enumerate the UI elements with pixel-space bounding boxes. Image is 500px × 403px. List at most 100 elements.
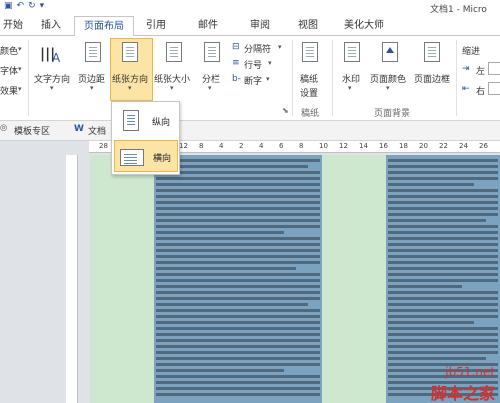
- tab-references[interactable]: 引用: [140, 16, 172, 36]
- text-line: [156, 339, 320, 342]
- text-line: [156, 327, 320, 330]
- text-line: [156, 159, 320, 162]
- text-line: [388, 225, 498, 228]
- line-numbers-button[interactable]: 行号: [244, 58, 262, 71]
- text-line: [156, 189, 320, 192]
- breaks-button[interactable]: 分隔符: [244, 42, 271, 55]
- ruler-number: 28: [99, 142, 108, 150]
- indent-right-input[interactable]: [488, 82, 500, 95]
- columns-icon: [204, 42, 220, 62]
- orientation-option-landscape[interactable]: 横向: [114, 140, 178, 172]
- tab-review[interactable]: 审阅: [244, 16, 276, 36]
- text-line: [156, 267, 296, 270]
- ruler-number: 8: [199, 142, 204, 150]
- ruler-number: 24: [459, 142, 468, 150]
- chevron-down-icon: ▾: [90, 84, 94, 92]
- customize-qat-icon[interactable]: ▾: [40, 1, 45, 11]
- indent-right-icon: ⇤: [462, 84, 470, 94]
- tab-home[interactable]: 开始: [0, 16, 26, 36]
- text-line: [156, 207, 320, 210]
- tab-mailings[interactable]: 邮件: [192, 16, 224, 36]
- text-line: [388, 249, 498, 252]
- chevron-down-icon: ▾: [386, 84, 390, 92]
- text-line: [156, 219, 320, 222]
- tab-insert[interactable]: 插入: [33, 16, 69, 36]
- text-line: [388, 273, 498, 276]
- text-line: [388, 171, 498, 174]
- page-border-button[interactable]: 页面边框: [414, 72, 450, 85]
- text-line: [388, 285, 462, 288]
- text-direction-icon: ||| A: [40, 42, 62, 65]
- orientation-dropdown: 纵向 横向: [111, 101, 180, 175]
- chevron-down-icon: ▾: [268, 59, 272, 67]
- undo-icon[interactable]: ↶: [17, 1, 25, 11]
- text-line: [388, 207, 498, 210]
- text-line: [156, 183, 320, 186]
- ruler-number: 14: [359, 142, 368, 150]
- orientation-icon: [122, 42, 138, 62]
- text-line: [388, 291, 498, 294]
- page-color-icon: [382, 42, 398, 62]
- text-line: [388, 159, 498, 162]
- redo-icon[interactable]: ↻: [28, 1, 36, 11]
- ruler-number: 20: [419, 142, 428, 150]
- text-line: [388, 219, 486, 222]
- theme-colors-button[interactable]: 颜色: [0, 44, 18, 57]
- ruler-number: 12: [339, 142, 348, 150]
- watermark-site: jb51.net: [445, 365, 495, 379]
- text-line: [156, 249, 320, 252]
- text-line: [388, 255, 498, 258]
- pin-icon: ⦾: [0, 124, 8, 134]
- vertical-ruler[interactable]: [66, 155, 78, 403]
- chevron-down-icon: ▾: [50, 84, 54, 92]
- text-line: [388, 231, 498, 234]
- ruler-number: 4: [259, 142, 264, 150]
- text-line: [156, 273, 320, 276]
- word-icon: ▣: [4, 1, 13, 11]
- theme-fonts-button[interactable]: 字体: [0, 64, 18, 77]
- tab-beautify-master[interactable]: 美化大师: [338, 16, 390, 36]
- portrait-icon: [123, 110, 139, 131]
- text-line: [156, 381, 320, 384]
- text-line: [156, 375, 320, 378]
- tab-view[interactable]: 视图: [292, 16, 324, 36]
- manuscript-button-line2[interactable]: 设置: [300, 86, 318, 99]
- chevron-down-icon: ▾: [208, 84, 212, 92]
- page-setup-launcher-icon[interactable]: ⬊: [282, 106, 289, 115]
- text-line: [156, 333, 320, 336]
- ruler-number: 22: [439, 142, 448, 150]
- document-tabs-bar: ⦾ 模板专区 W 文档: [0, 121, 500, 141]
- text-line: [388, 333, 498, 336]
- landscape-label: 横向: [153, 154, 172, 164]
- ruler-number: 8: [299, 142, 304, 150]
- text-line: [156, 261, 320, 264]
- text-line: [388, 297, 498, 300]
- text-line: [388, 345, 498, 348]
- templates-tab[interactable]: 模板专区: [14, 124, 50, 137]
- text-line: [156, 315, 320, 318]
- text-line: [156, 291, 320, 294]
- hyphenation-icon: b-: [232, 74, 241, 84]
- theme-effects-button[interactable]: 效果: [0, 84, 18, 97]
- breaks-icon: ⊟: [232, 42, 240, 52]
- text-line: [156, 363, 320, 366]
- chevron-down-icon: ▾: [170, 84, 174, 92]
- document-tab[interactable]: 文档: [88, 124, 106, 137]
- hyphenation-button[interactable]: 断字: [244, 74, 262, 87]
- text-line: [388, 357, 486, 360]
- text-line: [156, 309, 320, 312]
- indent-left-input[interactable]: [488, 62, 500, 75]
- site-watermark: jb51.net 脚本之家: [378, 363, 498, 403]
- text-line: [388, 303, 498, 306]
- orientation-option-portrait[interactable]: 纵向: [114, 105, 178, 137]
- text-line: [156, 201, 320, 204]
- tab-page-layout[interactable]: 页面布局: [74, 16, 134, 37]
- manuscript-button-line1[interactable]: 稿纸: [300, 72, 318, 85]
- text-line: [388, 213, 498, 216]
- text-line: [388, 315, 498, 318]
- chevron-down-icon: ▾: [18, 65, 22, 73]
- text-line: [156, 393, 320, 396]
- text-line: [156, 243, 320, 246]
- text-line: [156, 225, 320, 228]
- ruler-number: 2: [239, 142, 244, 150]
